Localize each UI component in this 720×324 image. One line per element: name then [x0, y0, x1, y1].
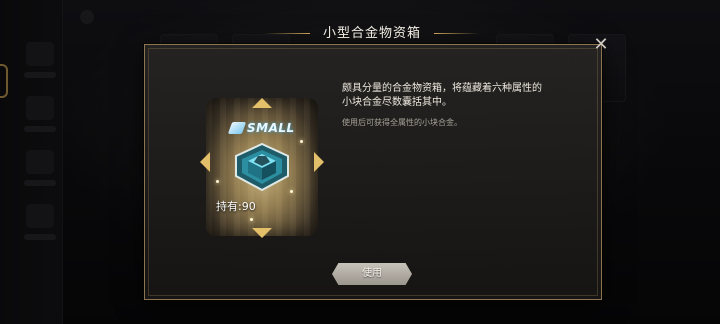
owned-quantity: 持有:90	[216, 200, 256, 213]
alloy-crystal-icon	[235, 142, 289, 192]
sparkle-icon	[216, 180, 219, 183]
chevron-right-icon	[314, 152, 324, 172]
size-tag-label: SMALL	[247, 121, 295, 135]
chevron-down-icon	[252, 228, 272, 238]
sparkle-icon	[290, 190, 293, 193]
item-size-tag: SMALL	[227, 120, 296, 136]
item-usage-hint: 使用后可获得全属性的小块合金。	[342, 118, 462, 127]
chevron-up-icon	[252, 98, 272, 108]
title-ornament-right	[434, 33, 480, 34]
title-ornament-left	[264, 33, 310, 34]
chevron-left-icon	[200, 152, 210, 172]
dialog-title: 小型合金物资箱	[322, 26, 421, 41]
dialog-title-bar: 小型合金物资箱	[264, 22, 480, 46]
close-icon: ✕	[593, 34, 609, 55]
close-button[interactable]: ✕	[592, 36, 610, 54]
item-description: 颇具分量的合金物资箱，将蕴藏着六种属性的小块合金尽数囊括其中。	[342, 83, 542, 108]
use-button-label: 使用	[362, 268, 382, 279]
sparkle-icon	[300, 140, 303, 143]
alloy-bar-icon	[227, 122, 247, 134]
use-button[interactable]: 使用	[332, 263, 412, 285]
sparkle-icon	[250, 218, 253, 221]
